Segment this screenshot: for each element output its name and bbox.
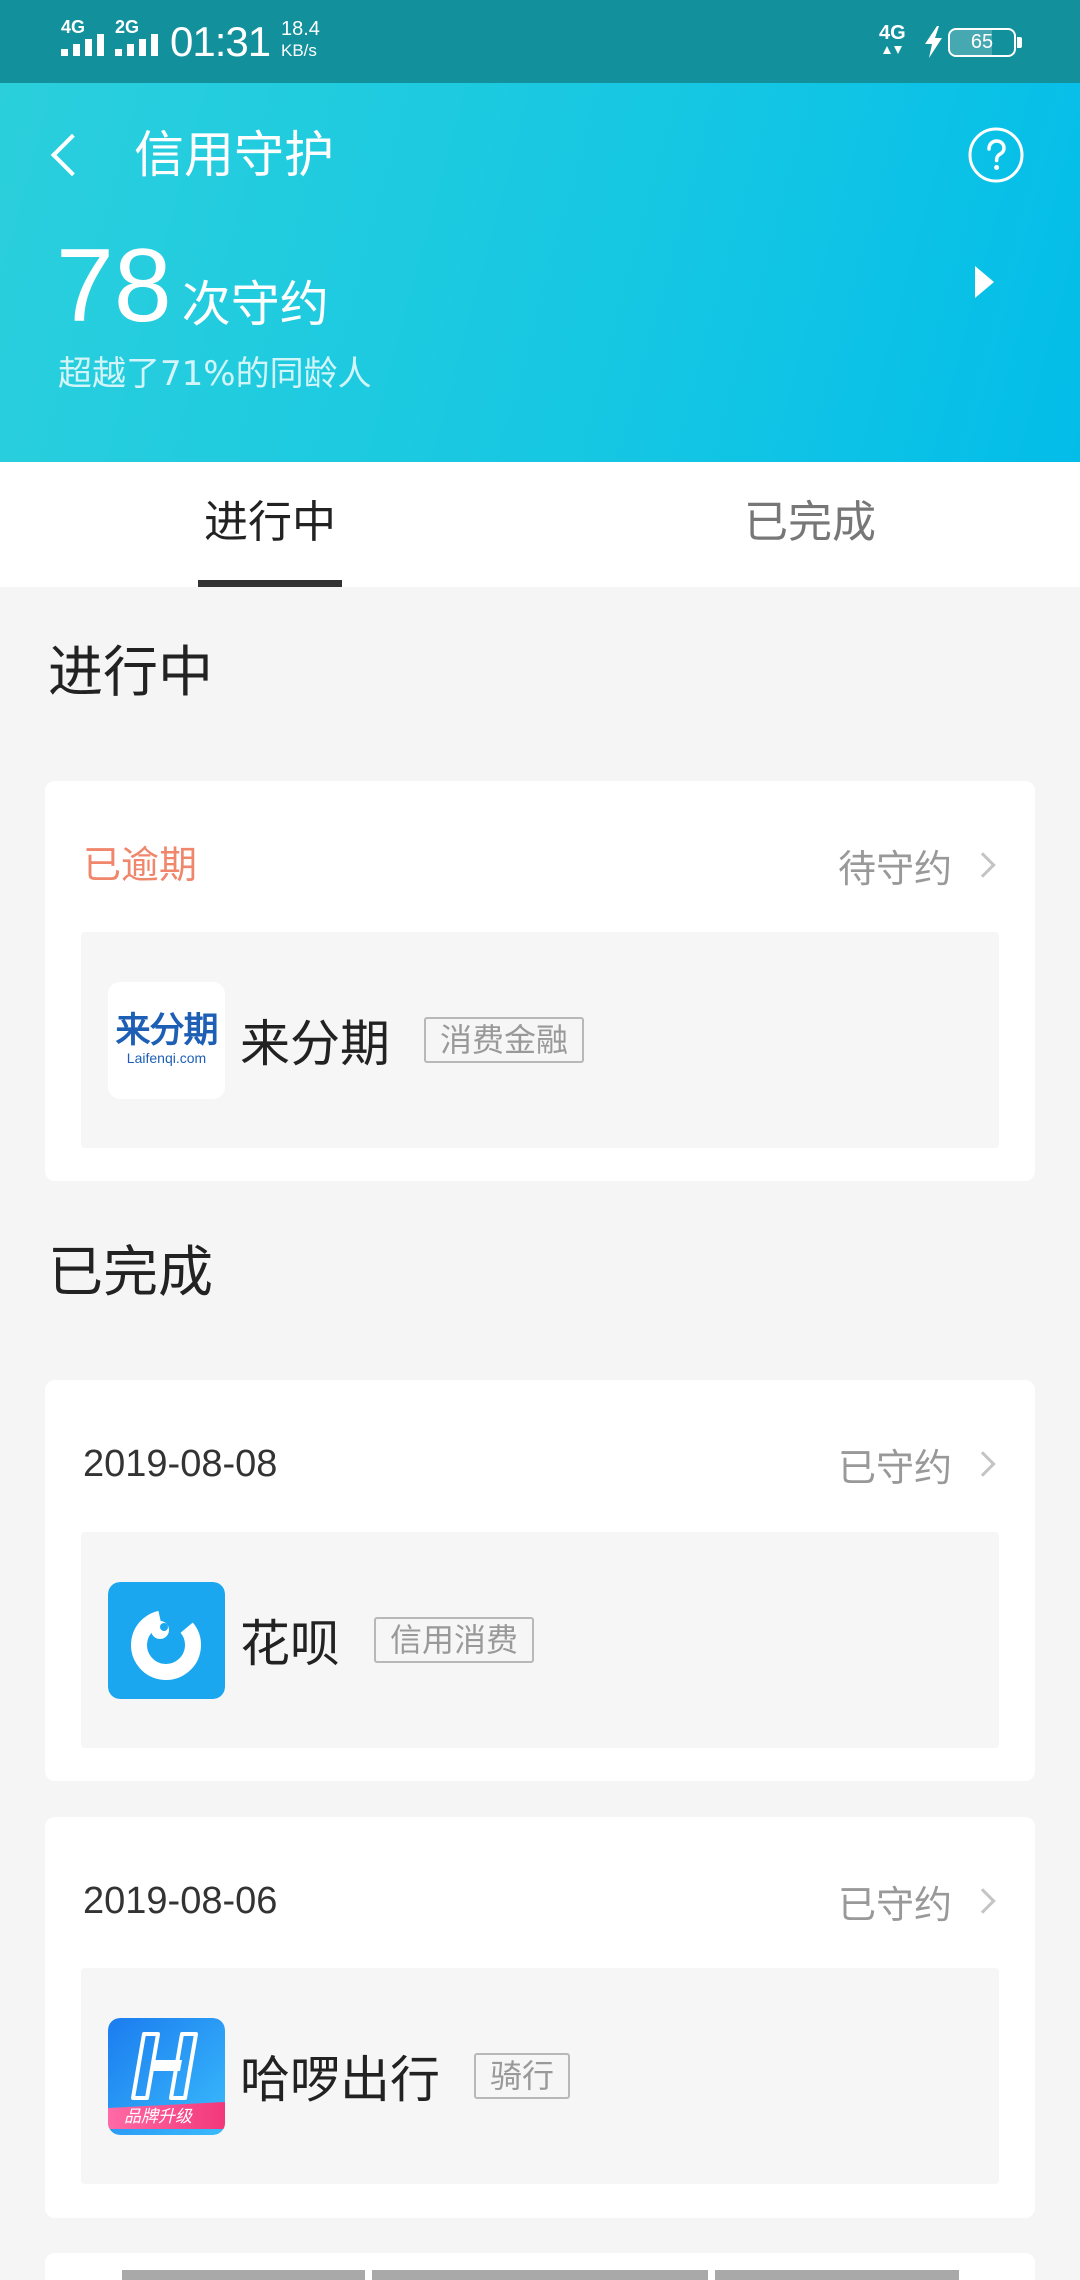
signal-bar — [61, 49, 68, 56]
overdue-label: 已逾期 — [83, 843, 198, 887]
signal-icon — [61, 34, 104, 56]
record-date: 2019-08-08 — [83, 1443, 278, 1485]
merchant-info: 来分期 消费金融 — [240, 932, 585, 1148]
tab-in-progress[interactable]: 进行中 — [0, 462, 540, 587]
signal-bar — [73, 44, 80, 56]
tab-bar: 进行中 已完成 — [0, 462, 1080, 587]
kept-count-label: 次守约 — [181, 276, 329, 333]
record-status[interactable]: 已守约 — [837, 1873, 996, 1929]
help-button[interactable] — [968, 127, 1024, 183]
laifenqi-logo: 来分期 Laifenqi.com — [108, 982, 225, 1099]
huabei-logo — [108, 1582, 225, 1699]
category-tag: 骑行 — [474, 2053, 571, 2099]
battery-icon: 65 — [948, 28, 1016, 57]
record-status[interactable]: 已守约 — [837, 1436, 996, 1492]
merchant-info: 哈啰出行 骑行 — [240, 1968, 571, 2184]
signal-bar — [85, 39, 92, 56]
chevron-right-icon — [970, 852, 996, 878]
merchant-name: 花呗 — [240, 1615, 340, 1673]
tab-label: 已完成 — [744, 497, 876, 548]
header: 信用守护 78 次守约 超越了71%的同龄人 — [0, 83, 1080, 462]
status-label: 待守约 — [837, 846, 952, 891]
record-card[interactable]: 已逾期 待守约 来分期 Laifenqi.com 来分期 消费金融 — [45, 781, 1035, 1181]
upload-arrow-icon — [883, 46, 891, 54]
signal-bar — [139, 39, 146, 56]
detail-arrow-button[interactable] — [950, 248, 1020, 318]
data-network-label: 4G — [879, 22, 906, 44]
logo-text: 来分期 — [115, 1011, 218, 1051]
chevron-right-icon — [970, 1451, 996, 1477]
image-strip-segment — [122, 2270, 365, 2280]
tab-completed[interactable]: 已完成 — [540, 462, 1080, 587]
kept-count: 78 — [56, 228, 172, 344]
logo-badge-text: 品牌升级 — [124, 2107, 192, 2127]
record-card-partial[interactable] — [45, 2253, 1035, 2280]
merchant-info: 花呗 信用消费 — [240, 1532, 535, 1748]
section-title-completed: 已完成 — [48, 1240, 214, 1304]
kept-count-row[interactable]: 78 次守约 — [56, 234, 329, 338]
charging-icon — [925, 26, 942, 58]
data-activity-icon — [883, 46, 907, 56]
record-date: 2019-08-06 — [83, 1880, 278, 1922]
network-speed-unit: KB/s — [281, 41, 317, 60]
image-strip-segment — [372, 2270, 708, 2280]
page-title: 信用守护 — [134, 126, 334, 184]
image-strip-segment — [715, 2270, 959, 2280]
section-title-in-progress: 进行中 — [48, 640, 214, 704]
help-icon — [968, 127, 1024, 183]
huabei-logo-icon — [108, 1582, 225, 1699]
merchant-name: 哈啰出行 — [240, 2051, 440, 2109]
battery-level: 65 — [970, 31, 994, 53]
merchant-row[interactable]: 来分期 Laifenqi.com 来分期 消费金融 — [81, 932, 999, 1148]
signal-icon — [115, 34, 158, 56]
clock: 01:31 — [170, 18, 271, 65]
tab-active-indicator — [198, 580, 342, 587]
status-label: 已守约 — [837, 1882, 952, 1927]
play-arrow-icon — [975, 266, 994, 298]
signal-bar — [115, 49, 122, 56]
merchant-name: 来分期 — [240, 1015, 390, 1073]
status-label: 已守约 — [837, 1445, 952, 1490]
category-tag: 消费金融 — [424, 1017, 585, 1063]
record-card[interactable]: 2019-08-06 已守约 品牌升级 哈啰出行 骑行 — [45, 1817, 1035, 2218]
category-tag: 信用消费 — [374, 1617, 535, 1663]
chevron-right-icon — [970, 1888, 996, 1914]
network-speed-value: 18.4 — [281, 18, 320, 40]
record-status[interactable]: 待守约 — [837, 837, 996, 893]
rank-text: 超越了71%的同龄人 — [58, 354, 372, 394]
merchant-row[interactable]: 花呗 信用消费 — [81, 1532, 999, 1748]
back-button[interactable] — [30, 118, 110, 198]
signal-bar — [151, 34, 158, 56]
status-bar: 4G 2G 01:31 18.4 KB/s 4G 65 — [0, 0, 1080, 83]
signal-bar — [127, 44, 134, 56]
record-card[interactable]: 2019-08-08 已守约 花呗 信用消费 — [45, 1380, 1035, 1781]
merchant-row[interactable]: 品牌升级 哈啰出行 骑行 — [81, 1968, 999, 2184]
hellobike-logo: 品牌升级 — [108, 2018, 225, 2135]
battery-nub — [1017, 37, 1022, 48]
back-arrow-icon — [50, 133, 94, 177]
download-arrow-icon — [894, 46, 902, 54]
tab-label: 进行中 — [204, 497, 336, 548]
logo-subtext: Laifenqi.com — [126, 1050, 207, 1066]
signal-bar — [97, 34, 104, 56]
